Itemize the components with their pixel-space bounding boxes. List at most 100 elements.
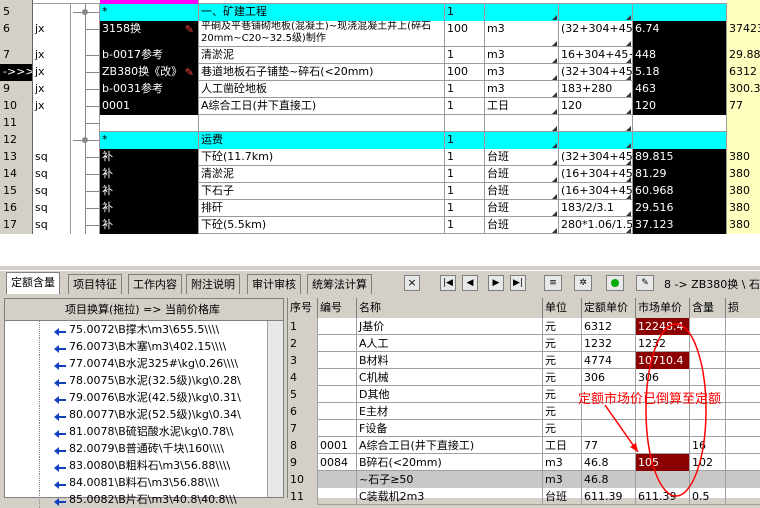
last-record-icon[interactable]: ▶| [510, 275, 526, 291]
row-type-cell[interactable]: sq [33, 166, 71, 183]
row-number[interactable]: 7 [0, 47, 33, 64]
unit-cell[interactable]: 台班 [485, 217, 559, 234]
row-type-cell[interactable]: jx [33, 81, 71, 98]
quantity-cell[interactable]: 1 [445, 149, 485, 166]
loss-cell[interactable] [726, 454, 760, 471]
amount-cell[interactable]: 81.29 [633, 166, 727, 183]
amount-cell[interactable]: 29.516 [633, 200, 727, 217]
tab-work-content[interactable]: 工作内容 [128, 274, 182, 294]
tab-quota-content[interactable]: 定额含量 [6, 272, 60, 294]
seq-cell[interactable]: 7 [288, 420, 318, 437]
amount-cell[interactable]: 6.74 [633, 21, 727, 47]
content-cell[interactable] [690, 471, 726, 488]
market-price-cell[interactable]: 12248.4 [636, 318, 690, 335]
row-type-cell[interactable]: jx [33, 21, 71, 47]
unit-cell[interactable]: 台班 [485, 149, 559, 166]
item-name-cell[interactable]: 运费 [199, 132, 445, 149]
total-cell[interactable]: 380 [727, 166, 760, 183]
loss-cell[interactable] [726, 352, 760, 369]
row-type-cell[interactable] [33, 115, 71, 132]
seq-cell[interactable]: 5 [288, 386, 318, 403]
item-name-cell[interactable]: 清淤泥 [199, 166, 445, 183]
code-cell[interactable] [318, 403, 357, 420]
close-icon[interactable]: × [404, 275, 420, 291]
unit-cell[interactable] [485, 4, 559, 21]
table-row[interactable]: 7 F设备元 [288, 420, 760, 437]
formula-cell[interactable]: 183/2/3.1 [559, 200, 633, 217]
settings-icon[interactable]: ✲ [574, 275, 592, 291]
seq-cell[interactable]: 2 [288, 335, 318, 352]
amount-cell[interactable]: 37.123 [633, 217, 727, 234]
code-cell[interactable] [318, 471, 357, 488]
table-row[interactable]: 14sq 补清淤泥1台班(16+304+45+181.29380 [0, 166, 760, 183]
total-cell[interactable]: 380 [727, 183, 760, 200]
quota-price-cell[interactable]: 1232 [582, 335, 636, 352]
list-item[interactable]: 80.0077\B水泥(52.5级)\kg\0.34\ [5, 406, 283, 423]
budget-grid[interactable]: 5 * 一、矿建工程 1 6 jx 3158换 ✎ 平硐及平巷铺砌地板(混凝土)~现浇混凝土井上… [0, 0, 760, 266]
amount-cell[interactable]: 448 [633, 47, 727, 64]
quota-code-cell[interactable]: 补 [100, 183, 199, 200]
table-row[interactable]: 17 sq 补下砼(5.5km) 1 台班 280*1.06/1.5 37.123 380 [0, 217, 760, 234]
total-cell[interactable]: 300.3 [727, 81, 760, 98]
row-number[interactable]: 12 [0, 132, 33, 149]
loss-cell[interactable] [726, 335, 760, 352]
total-cell[interactable] [727, 132, 760, 149]
table-row[interactable]: 7jx b-0017参考清淤泥1m316+304+45+1344829.88 [0, 47, 760, 64]
formula-cell[interactable]: 280*1.06/1.5 [559, 217, 633, 234]
formula-cell[interactable] [559, 132, 633, 149]
unit-cell[interactable]: m3 [485, 47, 559, 64]
content-cell[interactable] [690, 420, 726, 437]
total-cell[interactable] [727, 115, 760, 132]
seq-cell[interactable]: 6 [288, 403, 318, 420]
loss-cell[interactable] [726, 420, 760, 437]
unit-cell[interactable]: 元 [543, 386, 582, 403]
name-cell[interactable]: B材料 [357, 352, 543, 369]
row-number[interactable]: 6 [0, 21, 33, 47]
amount-cell[interactable] [633, 132, 727, 149]
code-cell[interactable] [318, 318, 357, 335]
row-number[interactable]: 9 [0, 81, 33, 98]
loss-cell[interactable] [726, 403, 760, 420]
row-type-cell[interactable] [33, 132, 71, 149]
formula-cell[interactable]: (32+304+45+1 [559, 149, 633, 166]
quota-code-cell[interactable]: * [100, 4, 199, 21]
row-type-cell[interactable]: jx [33, 98, 71, 115]
quota-code-cell[interactable] [100, 115, 199, 132]
quantity-cell[interactable]: 1 [445, 47, 485, 64]
list-item[interactable]: 83.0080\B粗料石\m3\56.88\\\\ [5, 457, 283, 474]
row-type-cell[interactable] [33, 4, 71, 21]
content-cell[interactable]: 0.5 [690, 488, 726, 505]
amount-cell[interactable]: 60.968 [633, 183, 727, 200]
list-item[interactable]: 76.0073\B木塞\m3\402.15\\\\ [5, 338, 283, 355]
unit-cell[interactable]: m3 [543, 471, 582, 488]
formula-cell[interactable]: (16+304+45+1 [559, 166, 633, 183]
row-number[interactable]: 14 [0, 166, 33, 183]
total-cell[interactable]: 29.88 [727, 47, 760, 64]
quota-code-cell[interactable]: 补 [100, 166, 199, 183]
market-price-cell[interactable]: 306 [636, 369, 690, 386]
table-row[interactable]: 10 ~石子≥50 m3 46.8 [288, 471, 760, 488]
quantity-cell[interactable]: 1 [445, 183, 485, 200]
loss-cell[interactable] [726, 471, 760, 488]
total-cell[interactable]: 380 [727, 217, 760, 234]
item-name-cell[interactable]: 下砼(11.7km) [199, 149, 445, 166]
market-price-cell[interactable]: 105 [636, 454, 690, 471]
formula-cell[interactable]: 120 [559, 98, 633, 115]
code-cell[interactable]: 0001 [318, 437, 357, 454]
row-type-cell[interactable]: jx [33, 47, 71, 64]
name-cell[interactable]: D其他 [357, 386, 543, 403]
name-cell[interactable]: ~石子≥50 [357, 471, 543, 488]
quota-code-cell[interactable]: b-0031参考 [100, 81, 199, 98]
table-row[interactable]: 8 0001 A综合工日(井下直接工) 工日 77 16 [288, 437, 760, 454]
content-cell[interactable]: 16 [690, 437, 726, 454]
quantity-cell[interactable]: 1 [445, 200, 485, 217]
quota-price-cell[interactable]: 306 [582, 369, 636, 386]
table-row[interactable]: 9 0084 B碎石(<20mm) m3 46.8 105 102 [288, 454, 760, 471]
table-row[interactable]: 9 jx b-0031参考 人工凿砼地板 1 m3 183+280 463 300.3 [0, 81, 760, 98]
first-record-icon[interactable]: |◀ [440, 275, 456, 291]
item-conversion-panel[interactable]: 项目换算(拖拉) => 当前价格库 75.0072\B撑木\m3\655.5\\… [4, 298, 284, 508]
unit-cell[interactable] [485, 115, 559, 132]
amount-cell[interactable]: 5.18 [633, 64, 727, 81]
loss-cell[interactable] [726, 488, 760, 505]
table-row[interactable]: ->>> jx ZB380换《改》 ✎ 巷道地板石子铺垫~碎石(<20mm) 100 m3(… [0, 64, 760, 81]
